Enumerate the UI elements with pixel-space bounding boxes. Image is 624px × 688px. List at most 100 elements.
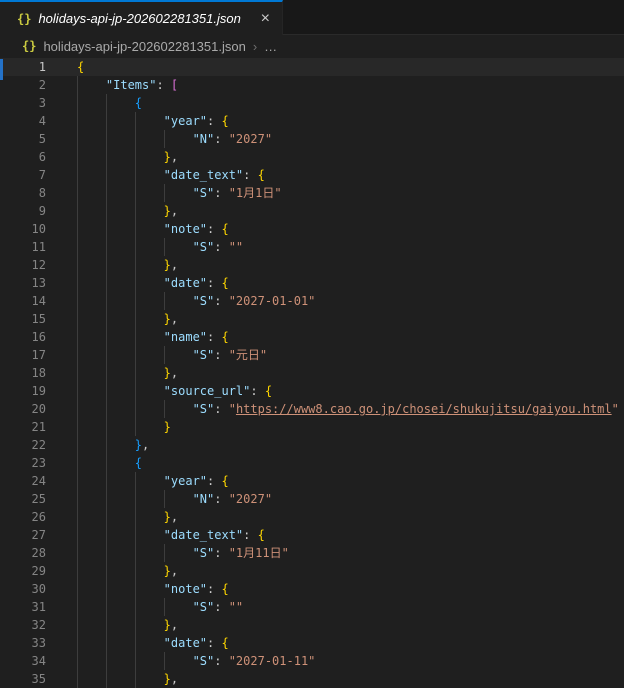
line-number[interactable]: 34 [0, 652, 46, 670]
code-line[interactable]: 29}, [0, 562, 624, 580]
line-number[interactable]: 7 [0, 166, 46, 184]
indent-guide [105, 292, 135, 310]
code-line[interactable]: 25 "N": "2027" [0, 490, 624, 508]
line-number[interactable]: 30 [0, 580, 46, 598]
line-number[interactable]: 9 [0, 202, 46, 220]
code-line[interactable]: 33 "date": { [0, 634, 624, 652]
code-line[interactable]: 9}, [0, 202, 624, 220]
code-line[interactable]: 13 "date": { [0, 274, 624, 292]
code-token: { [221, 222, 229, 236]
code-line[interactable]: 34 "S": "2027-01-11" [0, 652, 624, 670]
code-line[interactable]: 35}, [0, 670, 624, 688]
line-number[interactable]: 25 [0, 490, 46, 508]
indent-guide [105, 328, 135, 346]
code-line[interactable]: 32}, [0, 616, 624, 634]
code-token: } [163, 672, 171, 686]
indent-guide [134, 616, 164, 634]
code-line[interactable]: 22}, [0, 436, 624, 454]
line-number[interactable]: 5 [0, 130, 46, 148]
code-line[interactable]: 4 "year": { [0, 112, 624, 130]
code-token: "note" [163, 582, 208, 596]
code-line[interactable]: 26}, [0, 508, 624, 526]
code-line[interactable]: 8 "S": "1月1日" [0, 184, 624, 202]
line-number[interactable]: 1 [0, 58, 46, 76]
line-number[interactable]: 24 [0, 472, 46, 490]
tab-holidays-json[interactable]: {} holidays-api-jp-202602281351.json × [0, 0, 283, 35]
code-line[interactable]: 27 "date_text": { [0, 526, 624, 544]
line-number[interactable]: 13 [0, 274, 46, 292]
code-line[interactable]: 30 "note": { [0, 580, 624, 598]
code-line[interactable]: 1{ [0, 58, 624, 76]
line-number[interactable]: 14 [0, 292, 46, 310]
code-line[interactable]: 10 "note": { [0, 220, 624, 238]
code-line[interactable]: 15}, [0, 310, 624, 328]
line-number[interactable]: 29 [0, 562, 46, 580]
line-number[interactable]: 31 [0, 598, 46, 616]
code-line[interactable]: 19 "source_url": { [0, 382, 624, 400]
code-line[interactable]: 20 "S": "https://www8.cao.go.jp/chosei/sh… [0, 400, 624, 418]
line-number[interactable]: 19 [0, 382, 46, 400]
code-text: }, [77, 616, 178, 634]
line-number[interactable]: 32 [0, 616, 46, 634]
code-line[interactable]: 31 "S": "" [0, 598, 624, 616]
line-number[interactable]: 28 [0, 544, 46, 562]
code-line[interactable]: 17 "S": "元日" [0, 346, 624, 364]
line-number[interactable]: 8 [0, 184, 46, 202]
line-number[interactable]: 18 [0, 364, 46, 382]
code-token: : [207, 636, 222, 650]
line-number[interactable]: 3 [0, 94, 46, 112]
code-line[interactable]: 2 "Items": [ [0, 76, 624, 94]
indent-guide [77, 166, 106, 184]
code-token: : [243, 528, 258, 542]
code-line[interactable]: 16 "name": { [0, 328, 624, 346]
close-icon[interactable]: × [261, 10, 270, 27]
line-number[interactable]: 33 [0, 634, 46, 652]
line-number[interactable]: 6 [0, 148, 46, 166]
indent-guide [105, 544, 135, 562]
url-link[interactable]: https://www8.cao.go.jp/chosei/shukujitsu… [236, 402, 612, 416]
line-number[interactable]: 16 [0, 328, 46, 346]
code-line[interactable]: 23 { [0, 454, 624, 472]
code-line[interactable]: 3{ [0, 94, 624, 112]
indent-guide [105, 400, 135, 418]
code-line[interactable]: 14 "S": "2027-01-01" [0, 292, 624, 310]
code-line[interactable]: 28 "S": "1月11日" [0, 544, 624, 562]
code-text: "date_text": { [77, 166, 265, 184]
line-number[interactable]: 23 [0, 454, 46, 472]
code-line[interactable]: 24 "year": { [0, 472, 624, 490]
indent-guide [77, 616, 106, 634]
code-editor[interactable]: 1{2 "Items": [3{4 "year": {5 "N": "2027" 6},… [0, 57, 624, 688]
indent-guide [134, 634, 164, 652]
breadcrumb-item-more[interactable]: … [264, 39, 277, 54]
code-token: : [214, 492, 229, 506]
code-token: } [163, 258, 171, 272]
line-number[interactable]: 4 [0, 112, 46, 130]
code-line[interactable]: 21} [0, 418, 624, 436]
breadcrumb-item-file[interactable]: holidays-api-jp-202602281351.json [43, 39, 245, 54]
line-number[interactable]: 20 [0, 400, 46, 418]
line-number[interactable]: 35 [0, 670, 46, 688]
line-number[interactable]: 15 [0, 310, 46, 328]
line-number[interactable]: 27 [0, 526, 46, 544]
indent-guide [134, 400, 164, 418]
code-token: "year" [163, 474, 208, 488]
code-line[interactable]: 18}, [0, 364, 624, 382]
line-number[interactable]: 26 [0, 508, 46, 526]
code-line[interactable]: 11 "S": "" [0, 238, 624, 256]
code-token: "S" [192, 600, 215, 614]
line-number[interactable]: 22 [0, 436, 46, 454]
line-number[interactable]: 17 [0, 346, 46, 364]
code-line[interactable]: 5 "N": "2027" [0, 130, 624, 148]
code-token: : [214, 132, 229, 146]
code-line[interactable]: 7 "date_text": { [0, 166, 624, 184]
line-number[interactable]: 2 [0, 76, 46, 94]
code-token: "S" [192, 186, 215, 200]
indent-guide [105, 472, 135, 490]
line-number[interactable]: 21 [0, 418, 46, 436]
line-number[interactable]: 12 [0, 256, 46, 274]
code-token: } [163, 564, 171, 578]
line-number[interactable]: 10 [0, 220, 46, 238]
code-line[interactable]: 12}, [0, 256, 624, 274]
line-number[interactable]: 11 [0, 238, 46, 256]
code-line[interactable]: 6}, [0, 148, 624, 166]
